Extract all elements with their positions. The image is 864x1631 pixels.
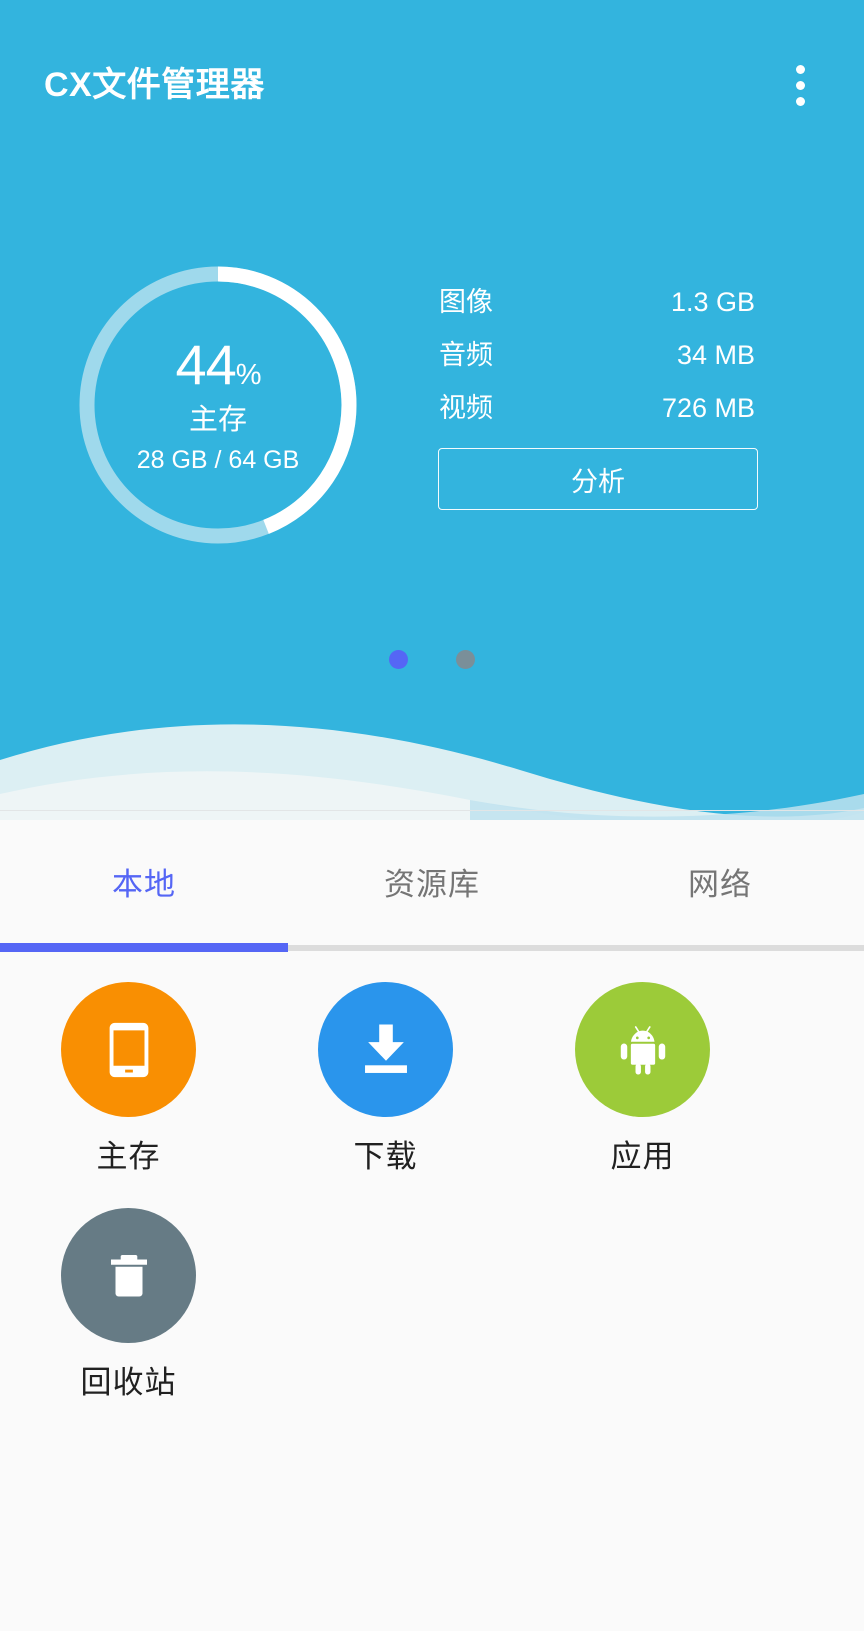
- stat-value: 726 MB: [661, 393, 755, 423]
- stat-row: 音频 34 MB: [438, 342, 758, 369]
- pager-dots: [0, 650, 864, 669]
- tablet-icon: [109, 1022, 148, 1077]
- stat-name: 视频: [439, 393, 493, 423]
- storage-donut[interactable]: 44% 主存 28 GB / 64 GB: [68, 255, 368, 555]
- storage-percent-symbol: %: [235, 359, 262, 391]
- shortcut-main-storage[interactable]: 主存: [0, 960, 257, 1186]
- stat-row: 图像 1.3 GB: [438, 289, 758, 316]
- storage-label: 主存: [188, 404, 247, 436]
- more-dot-2: [795, 80, 805, 90]
- shortcut-apps[interactable]: 应用: [514, 960, 771, 1186]
- tab-active-indicator: [0, 943, 288, 952]
- tab-local[interactable]: 本地: [0, 811, 288, 951]
- shortcut-label: 主存: [96, 1139, 161, 1174]
- download-icon: [364, 1024, 407, 1073]
- pager-dot-1[interactable]: [389, 650, 408, 669]
- more-vert-icon[interactable]: [770, 50, 830, 120]
- storage-percent: 44%: [175, 337, 262, 393]
- storage-used-total: 28 GB / 64 GB: [136, 446, 300, 474]
- shortcut-grid: 主存 下载 应用 回收站: [0, 960, 864, 1412]
- app-root: CX文件管理器 44% 主存 28 GB / 64 GB 图像 1.3 GB 音…: [0, 0, 864, 1631]
- shortcut-icon-badge: [61, 982, 196, 1117]
- more-dot-1: [795, 64, 805, 74]
- storage-summary: 44% 主存 28 GB / 64 GB 图像 1.3 GB 音频 34 MB …: [0, 255, 864, 585]
- shortcut-downloads[interactable]: 下载: [257, 960, 514, 1186]
- storage-donut-text: 44% 主存 28 GB / 64 GB: [68, 255, 368, 555]
- stat-name: 图像: [439, 287, 493, 317]
- page-title: CX文件管理器: [44, 66, 265, 104]
- android-icon: [620, 1025, 665, 1075]
- tab-network[interactable]: 网络: [576, 811, 864, 951]
- tab-list: 本地 资源库 网络: [0, 811, 864, 951]
- storage-stats-list: 图像 1.3 GB 音频 34 MB 视频 726 MB 分析: [438, 289, 758, 510]
- wave-decoration-icon: [0, 724, 864, 820]
- stat-value: 34 MB: [676, 340, 755, 370]
- header-panel: CX文件管理器 44% 主存 28 GB / 64 GB 图像 1.3 GB 音…: [0, 0, 864, 820]
- more-dot-3: [795, 96, 805, 106]
- app-bar: CX文件管理器: [0, 0, 864, 170]
- shortcut-label: 下载: [353, 1139, 418, 1174]
- shortcut-icon-badge: [575, 982, 710, 1117]
- analyze-button[interactable]: 分析: [438, 448, 758, 510]
- shortcut-label: 应用: [610, 1139, 675, 1174]
- storage-percent-value: 44: [175, 333, 236, 396]
- stat-value: 1.3 GB: [670, 287, 755, 317]
- tab-library[interactable]: 资源库: [288, 811, 576, 951]
- tab-bar: 本地 资源库 网络: [0, 810, 864, 952]
- shortcut-recycle-bin[interactable]: 回收站: [0, 1186, 257, 1412]
- shortcut-label: 回收站: [80, 1365, 177, 1400]
- trash-icon: [110, 1254, 147, 1296]
- pager-dot-2[interactable]: [456, 650, 475, 669]
- stat-name: 音频: [439, 340, 493, 370]
- shortcut-icon-badge: [318, 982, 453, 1117]
- shortcut-icon-badge: [61, 1208, 196, 1343]
- stat-row: 视频 726 MB: [438, 395, 758, 422]
